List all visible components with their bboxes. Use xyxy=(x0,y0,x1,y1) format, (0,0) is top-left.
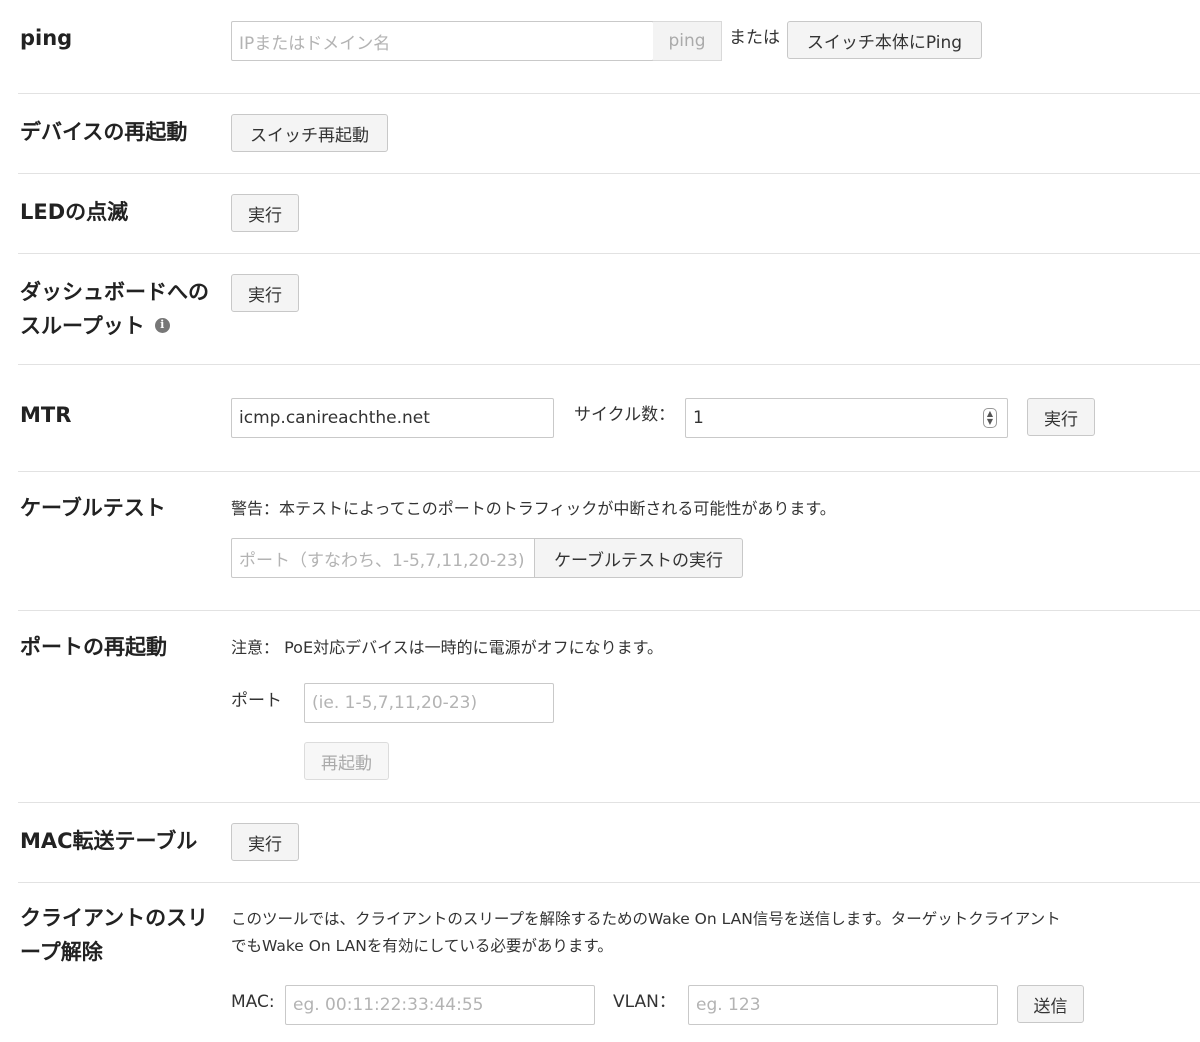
cable-test-run-button[interactable]: ケーブルテストの実行 xyxy=(534,538,743,578)
wake-client-vlan-input[interactable]: eg. 123 xyxy=(688,985,998,1025)
mtr-cycles-input[interactable]: 1 ▲ ▼ xyxy=(685,398,1008,438)
cable-test-label: ケーブルテスト xyxy=(20,496,166,520)
wake-client-vlan-label: VLAN： xyxy=(613,992,676,1012)
ping-switch-button[interactable]: スイッチ本体にPing xyxy=(787,21,982,59)
cable-test-warning: 警告：本テストによってこのポートのトラフィックが中断される可能性があります。 xyxy=(231,499,836,518)
port-restart-label: ポートの再起動 xyxy=(20,635,167,659)
wake-client-label-line2: ープ解除 xyxy=(20,940,103,964)
port-restart-port-input[interactable]: (ie. 1-5,7,11,20-23) xyxy=(304,683,554,723)
cable-test-row: ケーブルテスト 警告：本テストによってこのポートのトラフィックが中断される可能性… xyxy=(0,472,1200,610)
led-blink-label: LEDの点滅 xyxy=(20,200,129,224)
wake-client-mac-placeholder: eg. 00:11:22:33:44:55 xyxy=(293,995,484,1015)
wake-client-row: クライアントのスリ ープ解除 このツールでは、クライアントのスリープを解除するた… xyxy=(0,883,1200,1042)
dashboard-throughput-row: ダッシュボードへの スループット i 実行 xyxy=(0,254,1200,364)
wake-client-label-line1: クライアントのスリ xyxy=(20,906,209,930)
mac-table-label: MAC転送テーブル xyxy=(20,829,198,853)
cable-test-port-input[interactable]: ポート（すなわち、1-5,7,11,20-23) xyxy=(231,538,536,578)
ping-host-placeholder: IPまたはドメイン名 xyxy=(239,33,391,54)
wake-client-desc-line2: でもWake On LANを有効にしている必要があります。 xyxy=(231,937,613,955)
led-blink-row: LEDの点滅 実行 xyxy=(0,174,1200,253)
dashboard-throughput-run-button[interactable]: 実行 xyxy=(231,274,299,312)
ping-row: ping IPまたはドメイン名 ping または スイッチ本体にPing xyxy=(0,0,1200,93)
led-blink-run-button[interactable]: 実行 xyxy=(231,194,299,232)
mtr-cycles-value: 1 xyxy=(693,408,704,428)
port-restart-note: 注意： PoE対応デバイスは一時的に電源がオフになります。 xyxy=(231,638,663,657)
cable-test-port-placeholder: ポート（すなわち、1-5,7,11,20-23) xyxy=(239,550,525,571)
ping-label: ping xyxy=(20,26,73,50)
mtr-host-input[interactable]: icmp.canireachthe.net xyxy=(231,398,554,438)
reboot-device-row: デバイスの再起動 スイッチ再起動 xyxy=(0,94,1200,173)
dashboard-throughput-label-line2-text: スループット xyxy=(20,314,145,338)
info-icon[interactable]: i xyxy=(154,317,170,333)
wake-client-mac-label: MAC: xyxy=(231,992,275,1012)
reboot-switch-button[interactable]: スイッチ再起動 xyxy=(231,114,388,152)
ping-or-text: または xyxy=(729,28,780,48)
port-restart-button[interactable]: 再起動 xyxy=(304,742,389,780)
dashboard-throughput-label-line1: ダッシュボードへの xyxy=(20,280,209,304)
wake-client-send-button[interactable]: 送信 xyxy=(1017,985,1084,1023)
mtr-row: MTR icmp.canireachthe.net サイクル数： 1 ▲ ▼ 実行 xyxy=(0,365,1200,471)
wake-client-vlan-placeholder: eg. 123 xyxy=(696,995,761,1015)
mtr-label: MTR xyxy=(20,403,72,427)
mac-table-row: MAC転送テーブル 実行 xyxy=(0,803,1200,882)
number-spinner-icon[interactable]: ▲ ▼ xyxy=(983,408,997,428)
mtr-cycles-label: サイクル数： xyxy=(574,405,676,425)
port-restart-port-placeholder: (ie. 1-5,7,11,20-23) xyxy=(312,693,478,713)
dashboard-throughput-label-line2: スループット i xyxy=(20,309,209,343)
mac-table-run-button[interactable]: 実行 xyxy=(231,823,299,861)
wake-client-mac-input[interactable]: eg. 00:11:22:33:44:55 xyxy=(285,985,595,1025)
dashboard-throughput-label: ダッシュボードへの スループット i xyxy=(20,275,209,343)
wake-client-label: クライアントのスリ ープ解除 xyxy=(20,901,208,969)
reboot-device-label: デバイスの再起動 xyxy=(20,120,188,144)
wake-client-desc-line1: このツールでは、クライアントのスリープを解除するためのWake On LAN信号… xyxy=(231,910,1061,928)
mtr-run-button[interactable]: 実行 xyxy=(1027,398,1095,436)
ping-addon: ping xyxy=(653,21,722,61)
ping-host-input[interactable]: IPまたはドメイン名 xyxy=(231,21,654,61)
mtr-host-value: icmp.canireachthe.net xyxy=(239,408,430,428)
port-restart-row: ポートの再起動 注意： PoE対応デバイスは一時的に電源がオフになります。 ポー… xyxy=(0,611,1200,802)
port-restart-port-label: ポート xyxy=(231,691,282,711)
